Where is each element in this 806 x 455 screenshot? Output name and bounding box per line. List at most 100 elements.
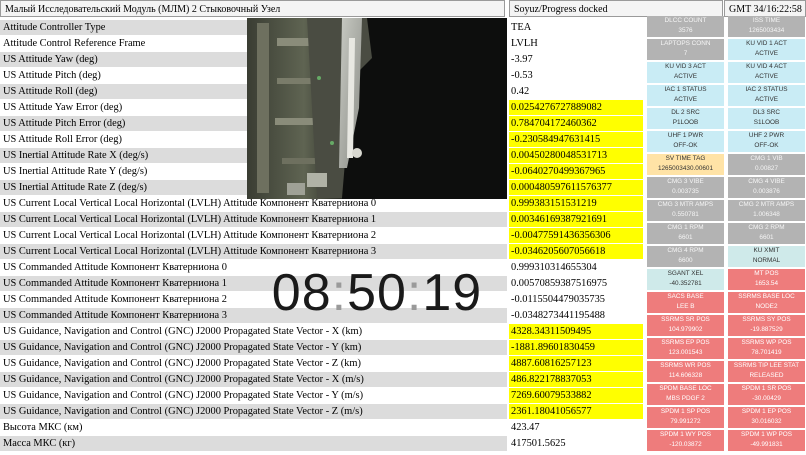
gmt-clock: GMT 34/16:22:58 [724,0,806,17]
status-cell-value: 79.991272 [670,417,701,425]
status-cell-value: MBS PDGF 2 [666,394,705,402]
status-cell: CMG 2 MTR AMPS 1.006348 [728,200,805,221]
row-value: 0.0254276727889082 [509,100,643,115]
table-row: US Current Local Vertical Local Horizont… [0,244,645,259]
row-label: US Guidance, Navigation and Control (GNC… [0,340,507,355]
status-cell-value: NODE2 [755,302,778,310]
status-cell-title: LAPTOPS CONN [660,40,711,47]
status-cell-title: CMG 1 VIB [750,155,783,162]
row-value: 0.784704172460362 [509,116,643,131]
status-cell-value: 78.701419 [751,348,782,356]
row-value: 2361.18041056577 [509,404,643,419]
status-cell-value: ACTIVE [673,95,698,103]
status-cell: SPDM 1 WP POS -49.991831 [728,430,805,451]
status-cell-title: CMG 3 VIBE [667,178,704,185]
live-video-feed [247,18,507,199]
status-cell-value: 1.006348 [753,210,780,218]
status-cell: SSRMS EP POS 123.001543 [647,338,724,359]
status-cell: SPDM 1 WY POS -120.03872 [647,430,724,451]
status-cell-title: DL 2 SRC [671,109,700,116]
status-cell-value: 7 [683,49,688,57]
table-row: US Guidance, Navigation and Control (GNC… [0,404,645,419]
table-row: Масса МКС (кг) 417501.5625 [0,436,645,451]
status-cell: SSRMS WP POS 78.701419 [728,338,805,359]
row-value: -0.0346205607056618 [509,244,643,259]
status-cell-title: KU VID 1 ACT [746,40,787,47]
status-cell: CMG 3 VIBE 0.003735 [647,177,724,198]
row-value: 486.822178837053 [509,372,643,387]
status-cell-value: 114.606328 [668,371,703,379]
status-cell-title: SACS BASE [667,293,704,300]
row-label: US Current Local Vertical Local Horizont… [0,228,507,243]
status-cell: ISS TIME 1265003434 [728,16,805,37]
status-cell: UHF 2 PWR OFF-OK [728,131,805,152]
status-cell: UHF 1 PWR OFF-OK [647,131,724,152]
clock-separator: : [331,264,348,322]
status-cell-value: 0.550781 [672,210,699,218]
row-value: 417501.5625 [511,438,566,449]
status-cell-value: 104.979902 [668,325,703,333]
status-cell-title: SSRMS TIP LEE STAT [733,362,800,369]
status-cell: CMG 1 VIB 0.00827 [728,154,805,175]
status-cell-title: ISS TIME [752,17,781,24]
status-cell: IAC 2 STATUS ACTIVE [728,85,805,106]
table-row: US Guidance, Navigation and Control (GNC… [0,388,645,403]
status-cell: LAPTOPS CONN 7 [647,39,724,60]
table-row: US Guidance, Navigation and Control (GNC… [0,372,645,387]
status-cell-title: SPDM 1 EP POS [741,408,792,415]
status-cell: MT POS 1653.54 [728,269,805,290]
row-value: LVLH [511,38,538,49]
clock-minutes: 50 [347,264,407,322]
status-cell-value: OFF-OK [754,141,779,149]
status-cell-title: SPDM 1 WP POS [740,431,793,438]
row-label: US Guidance, Navigation and Control (GNC… [0,356,507,371]
status-cell-title: SV TIME TAG [665,155,706,162]
status-cell-value: 1265003430.00601 [657,164,714,172]
row-value: -1881.89601830459 [509,340,643,355]
row-value: -0.230584947631415 [509,132,643,147]
status-cell: CMG 1 RPM 6601 [647,223,724,244]
status-cell: SSRMS SR POS 104.979902 [647,315,724,336]
status-cell: SACS BASE LEE B [647,292,724,313]
status-cell-title: IAC 1 STATUS [664,86,707,93]
row-label: Масса МКС (кг) [0,436,507,451]
row-label: US Guidance, Navigation and Control (GNC… [0,324,507,339]
row-label: US Guidance, Navigation and Control (GNC… [0,388,507,403]
status-cell-value: 30.016032 [751,417,782,425]
table-row: US Guidance, Navigation and Control (GNC… [0,324,645,339]
row-value: -0.0640270499367965 [509,164,643,179]
row-label: US Guidance, Navigation and Control (GNC… [0,372,507,387]
status-cell-title: MT POS [754,270,779,277]
row-value: -0.0348273441195488 [511,310,605,321]
status-cell: KU VID 3 ACT ACTIVE [647,62,724,83]
status-cell: SSRMS WR POS 114.606328 [647,361,724,382]
status-cell-title: UHF 1 PWR [667,132,704,139]
status-cell-title: KU VID 4 ACT [746,63,787,70]
status-cell: SPDM 1 SR POS -30.00429 [728,384,805,405]
row-value: -0.53 [511,70,533,81]
status-cell-title: SSRMS WP POS [741,339,792,346]
row-value: 0.00450280048531713 [509,148,643,163]
docking-status: Soyuz/Progress docked [509,0,723,17]
status-cell: SSRMS SY POS -19.887529 [728,315,805,336]
row-label: US Current Local Vertical Local Horizont… [0,212,507,227]
iss-exterior-camera-image [247,18,507,199]
status-cell-value: -120.03872 [669,440,702,448]
status-cell: KU XMIT NORMAL [728,246,805,267]
status-cell-value: 123.001543 [668,348,703,356]
status-cell-title: IAC 2 STATUS [745,86,788,93]
status-cell-value: 1653.54 [754,279,779,287]
status-cell: SPDM BASE LOC MBS PDGF 2 [647,384,724,405]
status-cell-title: CMG 4 VIBE [748,178,785,185]
status-cell: KU VID 4 ACT ACTIVE [728,62,805,83]
status-cell: SGANT XEL -40.352781 [647,269,724,290]
status-cell: CMG 2 RPM 6601 [728,223,805,244]
row-value: TEA [511,22,532,33]
status-cell-value: 0.00827 [754,164,779,172]
status-cell-value: P1LOOB [672,118,699,126]
status-cell-title: SSRMS WR POS [660,362,711,369]
clock-hours: 08 [271,264,332,322]
row-value: 7269.60079533882 [509,388,643,403]
status-cell-title: DL3 SRC [753,109,780,116]
status-cell: CMG 3 MTR AMPS 0.550781 [647,200,724,221]
